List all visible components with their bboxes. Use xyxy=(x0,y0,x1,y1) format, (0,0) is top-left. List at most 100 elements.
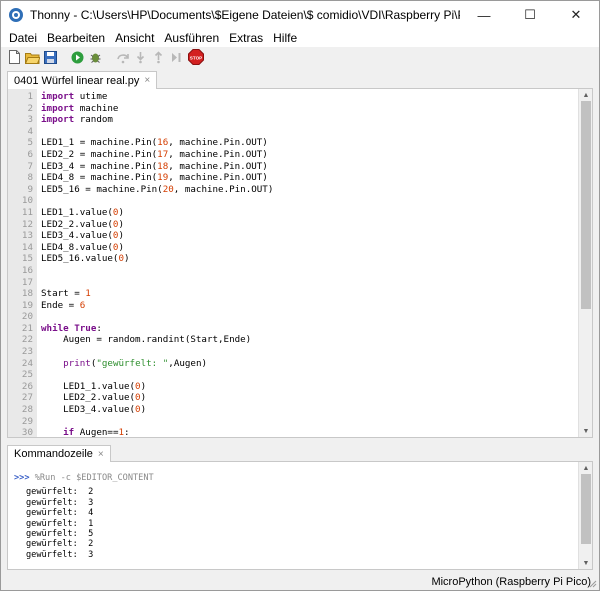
menu-bearbeiten[interactable]: Bearbeiten xyxy=(42,31,110,45)
resume-button[interactable] xyxy=(169,50,184,65)
code-line[interactable]: 21 while True: xyxy=(8,323,576,335)
step-out-button[interactable] xyxy=(151,50,166,65)
code-text: LED3_4 = machine.Pin(18, machine.Pin.OUT… xyxy=(41,160,268,172)
code-line[interactable]: 5 LED1_1 = machine.Pin(16, machine.Pin.OU… xyxy=(8,137,576,149)
menu-ansicht[interactable]: Ansicht xyxy=(110,31,159,45)
title-bar[interactable]: Thonny - C:\Users\HP\Documents\$Eigene D… xyxy=(1,1,599,29)
code-line[interactable]: 23 xyxy=(8,346,576,358)
menu-hilfe[interactable]: Hilfe xyxy=(268,31,302,45)
code-line[interactable]: 28 LED3_4.value(0) xyxy=(8,404,576,416)
shell-output-line: gewürfelt: 4 xyxy=(26,508,94,519)
line-number: 1 xyxy=(27,91,33,102)
line-number: 17 xyxy=(21,276,33,288)
code-line[interactable]: 25 xyxy=(8,369,576,381)
save-button[interactable] xyxy=(43,50,58,65)
code-line[interactable]: 16 xyxy=(8,265,576,277)
code-line[interactable]: 19 Ende = 6 xyxy=(8,300,576,312)
code-line[interactable]: 9 LED5_16 = machine.Pin(20, machine.Pin.O… xyxy=(8,184,576,196)
code-text: LED5_16 = machine.Pin(20, machine.Pin.OU… xyxy=(41,183,274,195)
code-text: import machine xyxy=(41,102,119,114)
code-line[interactable]: 26 LED1_1.value(0) xyxy=(8,381,576,393)
code-text: LED4_8.value(0) xyxy=(41,241,125,253)
line-number: 9 xyxy=(27,183,33,195)
code-line[interactable]: 2 import machine xyxy=(8,103,576,115)
code-line[interactable]: 8 LED4_8 = machine.Pin(19, machine.Pin.OU… xyxy=(8,172,576,184)
shell-scroll-down-icon[interactable]: ▼ xyxy=(579,557,592,569)
new-file-button[interactable] xyxy=(7,50,22,65)
code-line[interactable]: 12 LED2_2.value(0) xyxy=(8,219,576,231)
code-line[interactable]: 1 import utime xyxy=(8,91,576,103)
shell-prompt: >>> xyxy=(14,473,30,483)
resume-icon xyxy=(172,52,181,62)
code-line[interactable]: 13 LED3_4.value(0) xyxy=(8,230,576,242)
code-line[interactable]: 20 xyxy=(8,311,576,323)
scroll-down-icon[interactable]: ▼ xyxy=(579,425,592,437)
resize-grip-icon[interactable] xyxy=(589,580,597,588)
shell-panel[interactable]: >>> %Run -c $EDITOR_CONTENT gewürfelt: 2… xyxy=(7,462,593,570)
close-button[interactable]: ✕ xyxy=(553,1,599,29)
code-line[interactable]: 7 LED3_4 = machine.Pin(18, machine.Pin.OU… xyxy=(8,161,576,173)
code-line[interactable]: 18 Start = 1 xyxy=(8,288,576,300)
shell-command: %Run -c $EDITOR_CONTENT xyxy=(29,473,154,483)
shell-output-line: gewürfelt: 1 xyxy=(26,518,94,529)
menu-ausfuehren[interactable]: Ausführen xyxy=(159,31,224,45)
code-line[interactable]: 14 LED4_8.value(0) xyxy=(8,242,576,254)
open-file-button[interactable] xyxy=(25,50,40,65)
debug-icon xyxy=(90,53,101,63)
code-line[interactable]: 29 xyxy=(8,416,576,428)
line-number: 14 xyxy=(21,241,33,253)
shell-scrollbar[interactable]: ▲ ▼ xyxy=(578,462,592,569)
close-shell-tab-icon[interactable]: × xyxy=(98,449,104,460)
shell-tab-strip: Kommandozeile × xyxy=(7,445,593,462)
editor-tab[interactable]: 0401 Würfel linear real.py × xyxy=(7,71,158,89)
code-line[interactable]: 17 xyxy=(8,277,576,289)
code-line[interactable]: 22 Augen = random.randint(Start,Ende) xyxy=(8,334,576,346)
code-text: LED1_1 = machine.Pin(16, machine.Pin.OUT… xyxy=(41,137,268,149)
menu-datei[interactable]: Datei xyxy=(4,31,42,45)
line-number: 27 xyxy=(21,392,33,404)
shell-scroll-up-icon[interactable]: ▲ xyxy=(579,462,592,474)
code-text: LED3_4.value(0) xyxy=(41,230,125,242)
step-over-button[interactable] xyxy=(115,50,130,65)
maximize-button[interactable]: ☐ xyxy=(507,1,553,29)
code-line[interactable]: 11 LED1_1.value(0) xyxy=(8,207,576,219)
code-line[interactable]: 15 LED5_16.value(0) xyxy=(8,253,576,265)
code-line[interactable]: 24 print("gewürfelt: ",Augen) xyxy=(8,358,576,370)
menu-extras[interactable]: Extras xyxy=(224,31,268,45)
code-line[interactable]: 3 import random xyxy=(8,114,576,126)
code-text: while True: xyxy=(41,322,102,334)
editor-scroll-thumb[interactable] xyxy=(581,101,591,309)
scroll-up-icon[interactable]: ▲ xyxy=(579,89,592,101)
line-number: 6 xyxy=(27,148,33,160)
run-icon xyxy=(71,51,84,63)
debug-button[interactable] xyxy=(88,50,103,65)
line-number: 26 xyxy=(21,380,33,392)
line-number: 16 xyxy=(21,264,33,276)
step-over-icon xyxy=(116,53,129,63)
line-number: 3 xyxy=(27,114,33,126)
line-number: 12 xyxy=(21,218,33,230)
line-number: 21 xyxy=(21,322,33,334)
code-line[interactable]: 30 if Augen==1: xyxy=(8,427,576,437)
code-editor[interactable]: 1 import utime 2 import machine 3 import rand… xyxy=(7,89,593,438)
svg-text:STOP: STOP xyxy=(189,55,201,60)
stop-button[interactable]: STOP xyxy=(187,49,204,65)
line-number: 28 xyxy=(21,404,33,416)
shell-scroll-thumb[interactable] xyxy=(581,474,591,544)
shell-tab[interactable]: Kommandozeile × xyxy=(7,445,111,462)
code-line[interactable]: 6 LED2_2 = machine.Pin(17, machine.Pin.OU… xyxy=(8,149,576,161)
minimize-button[interactable]: — xyxy=(461,1,507,29)
line-number: 20 xyxy=(21,311,33,323)
code-text: LED2_2.value(0) xyxy=(41,392,147,404)
status-bar: MicroPython (Raspberry Pi Pico) xyxy=(1,574,599,590)
code-line[interactable]: 10 xyxy=(8,195,576,207)
close-tab-icon[interactable]: × xyxy=(144,75,150,86)
run-button[interactable] xyxy=(70,50,85,65)
code-line[interactable]: 27 LED2_2.value(0) xyxy=(8,392,576,404)
interpreter-label[interactable]: MicroPython (Raspberry Pi Pico) xyxy=(431,576,591,588)
code-line[interactable]: 4 xyxy=(8,126,576,138)
step-into-button[interactable] xyxy=(133,50,148,65)
editor-scrollbar[interactable]: ▲ ▼ xyxy=(578,89,592,437)
menu-bar: Datei Bearbeiten Ansicht Ausführen Extra… xyxy=(1,29,599,47)
